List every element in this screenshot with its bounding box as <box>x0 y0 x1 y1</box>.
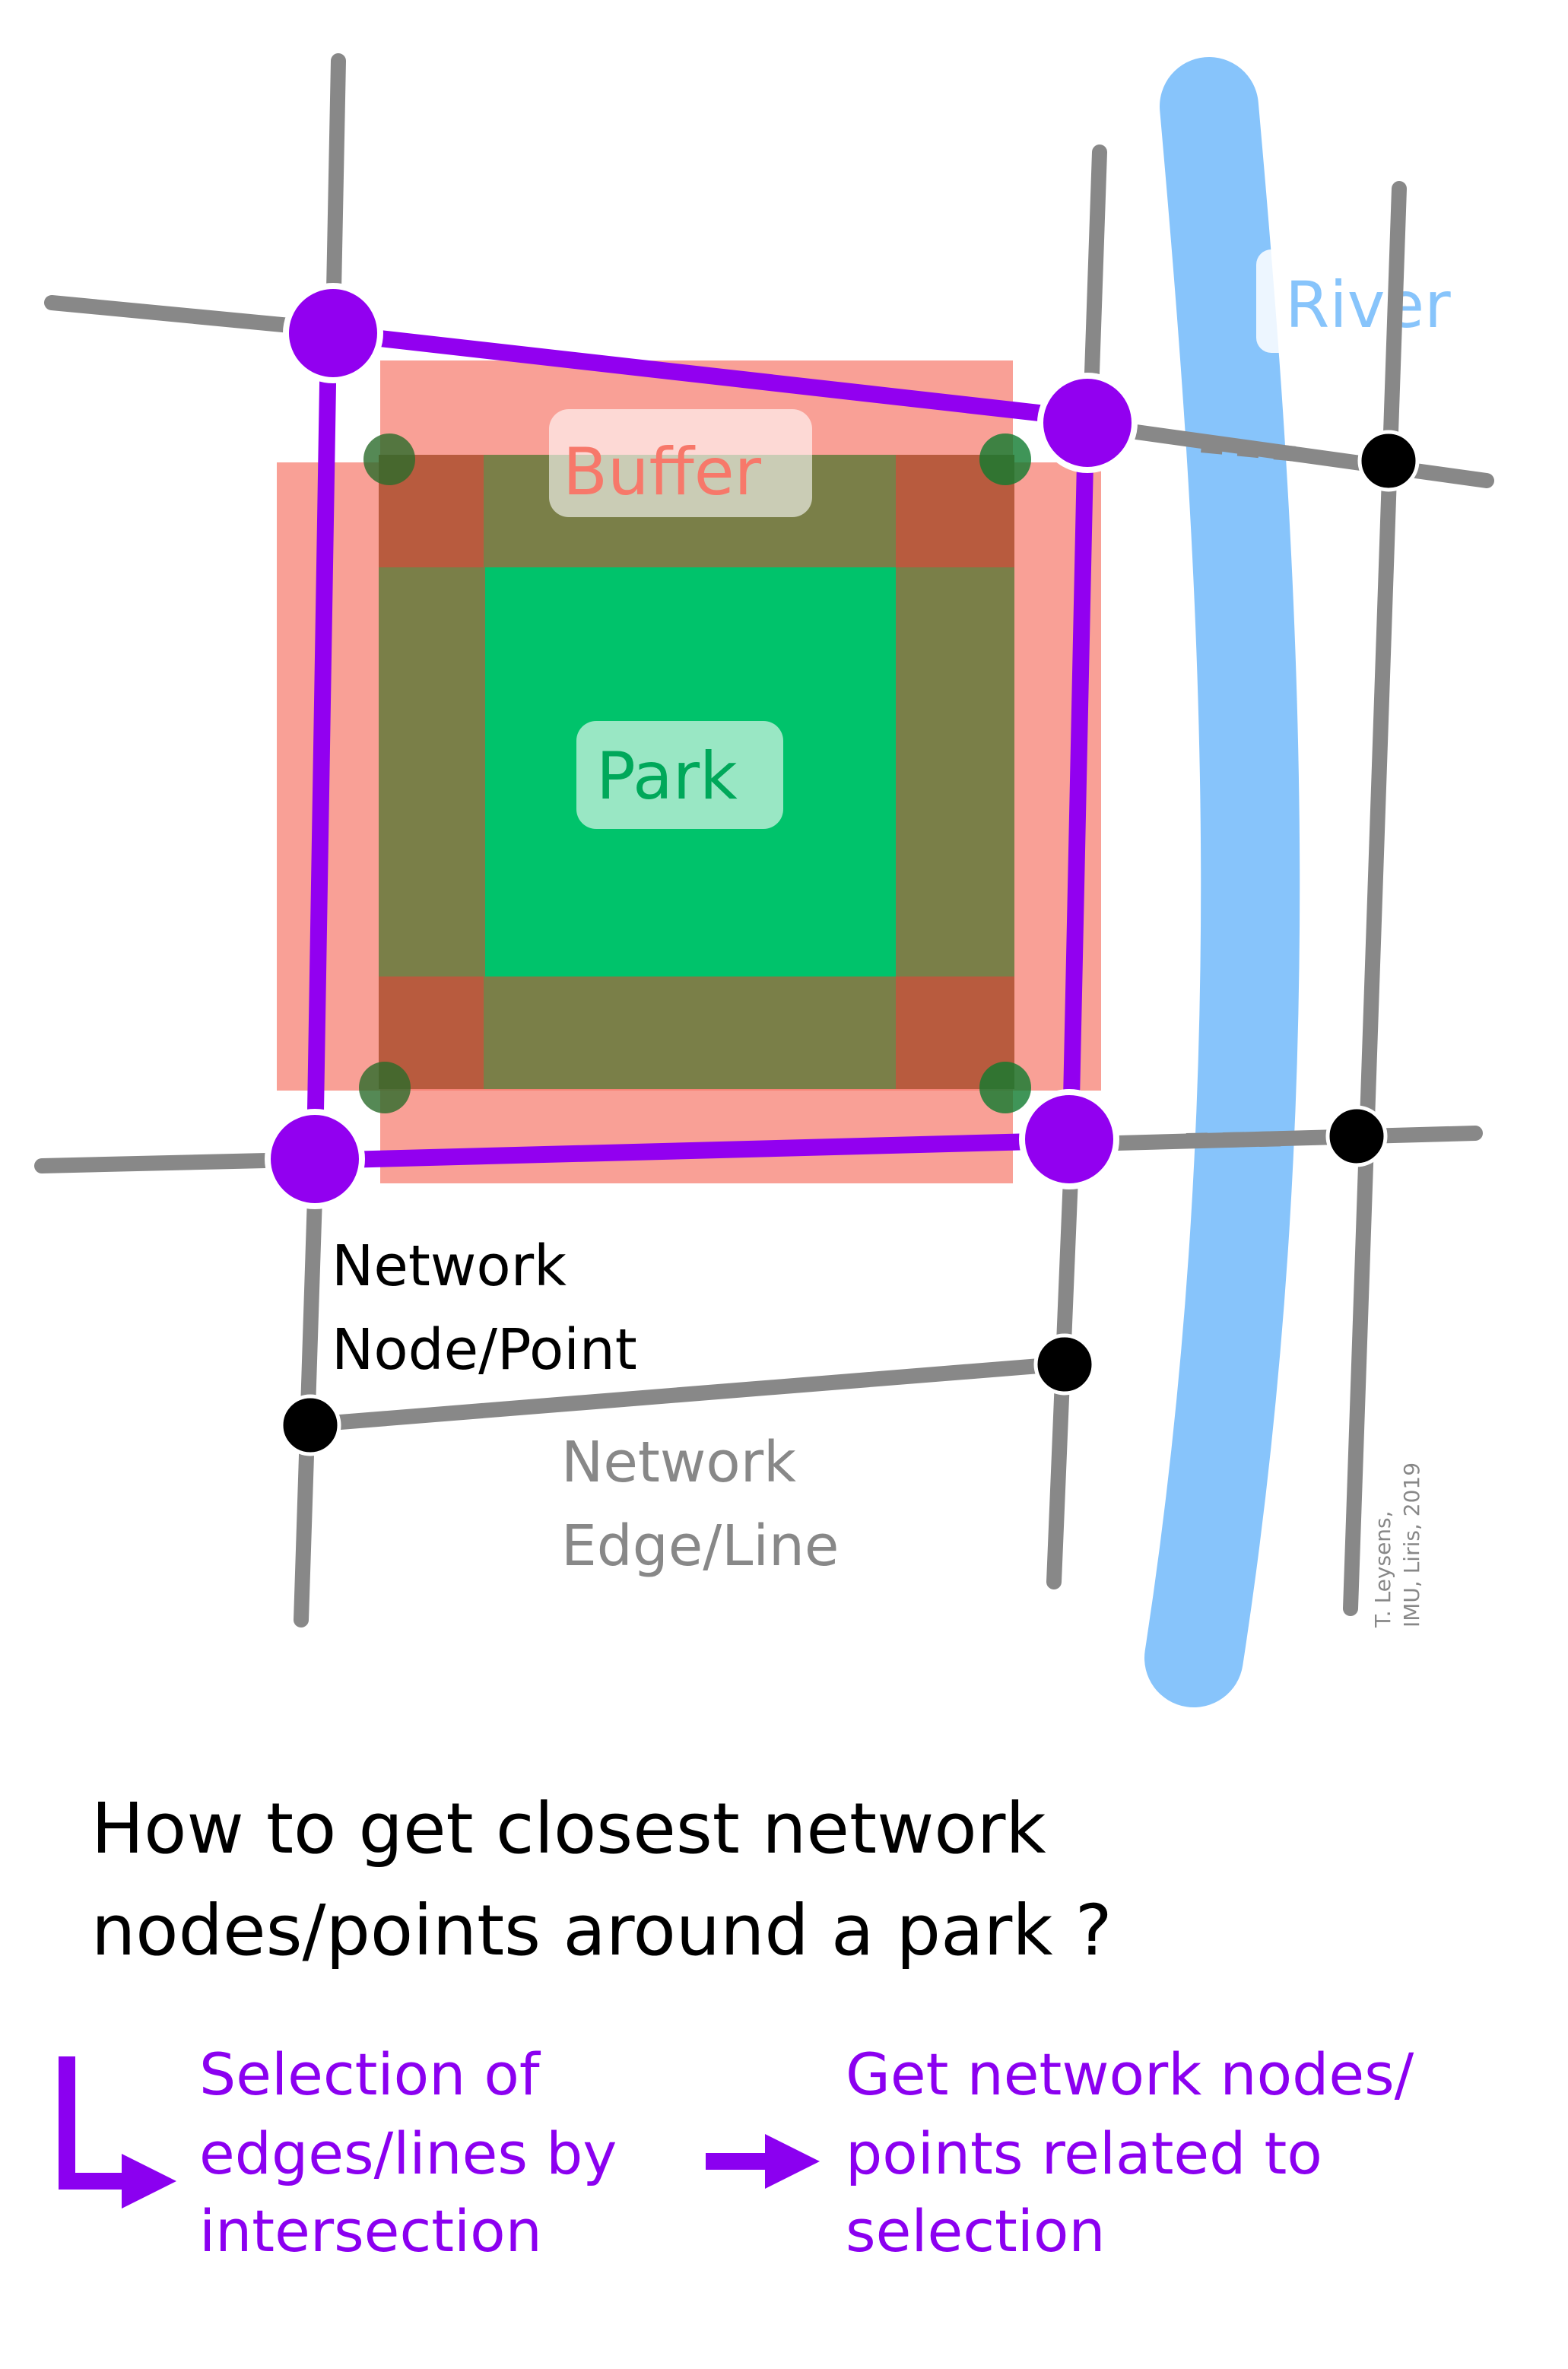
network-node <box>1357 430 1420 492</box>
network-node <box>279 1394 341 1456</box>
step-2-line1: Get network nodes/ <box>846 2040 1414 2108</box>
park-label: Park <box>596 738 738 815</box>
node-point-label-line1: Network <box>332 1234 567 1299</box>
road-edge <box>1343 181 1407 1616</box>
credit-line2: IMU, Liris, 2019 <box>1399 1462 1424 1627</box>
step-1-text: Selection of edges/lines by intersection <box>199 2040 636 2265</box>
question-text: How to get closest network nodes/points … <box>91 1788 1113 1971</box>
step-2-text: Get network nodes/ points related to sel… <box>846 2040 1432 2265</box>
step-1-line1: Selection of <box>199 2040 541 2108</box>
node-point-label: Network Node/Point <box>332 1234 637 1383</box>
node-point-label-line2: Node/Point <box>332 1317 637 1383</box>
park-network-diagram: River Buffer Park Network Node/Point Net… <box>34 53 1494 2265</box>
question-line1: How to get closest network <box>91 1788 1046 1869</box>
right-arrow-icon <box>706 2134 820 2189</box>
river <box>1144 57 1300 1707</box>
step-1-line2: edges/lines by <box>199 2120 617 2187</box>
selected-node <box>1037 373 1138 473</box>
edge-line-label: Network Edge/Line <box>561 1430 839 1579</box>
bridge-edge <box>1186 1131 1293 1148</box>
credit: T. Leysens, IMU, Liris, 2019 <box>1370 1462 1424 1628</box>
road-edge <box>294 1142 324 1627</box>
selected-node <box>1019 1089 1119 1189</box>
step-1-line3: intersection <box>199 2197 542 2265</box>
corner-arrow-icon <box>59 2056 176 2209</box>
road-edge <box>1110 1126 1483 1151</box>
svg-text:T. Leysens, IMU, Liris,: T. Leysens, IMU, Liris, 2019 <box>1370 1462 1424 1628</box>
edge-line-label-line2: Edge/Line <box>561 1513 839 1579</box>
edge-line-label-line1: Network <box>561 1430 796 1495</box>
river-label: River <box>1285 268 1451 342</box>
selected-node <box>265 1109 365 1209</box>
road-edge <box>34 1153 274 1173</box>
bridge-edge <box>1201 437 1306 462</box>
network-node <box>1033 1333 1096 1396</box>
network-node <box>1325 1105 1388 1167</box>
credit-line1: T. Leysens, <box>1370 1510 1395 1628</box>
selected-node <box>283 283 383 383</box>
step-2-line3: selection <box>846 2197 1106 2265</box>
step-2-line2: points related to <box>846 2120 1322 2187</box>
buffer-label: Buffer <box>563 434 762 510</box>
road-edge <box>44 295 298 333</box>
question-line2: nodes/points around a park ? <box>91 1890 1113 1971</box>
